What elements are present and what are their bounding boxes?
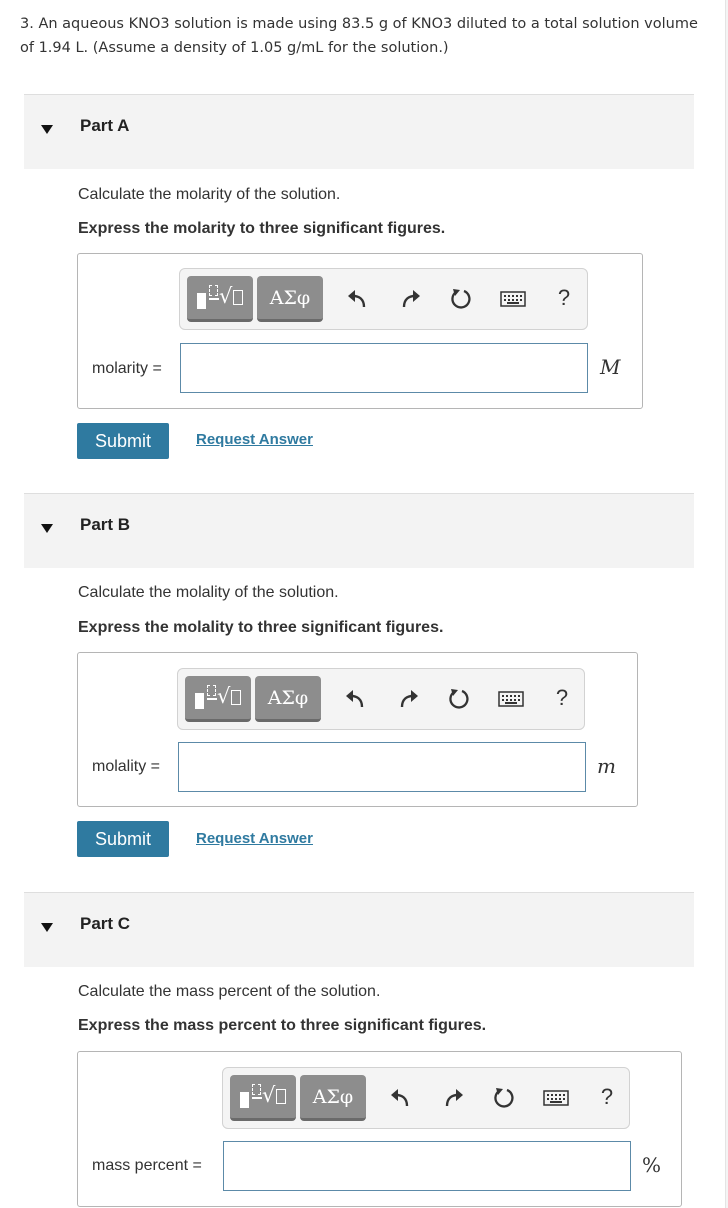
part-b-math-toolbar: √ ΑΣφ ?: [177, 668, 585, 730]
reset-icon[interactable]: [445, 685, 473, 713]
part-c-math-toolbar: √ ΑΣφ ?: [222, 1067, 630, 1129]
part-c-question: Calculate the mass percent of the soluti…: [78, 983, 381, 1000]
math-templates-icon[interactable]: √: [187, 276, 253, 322]
part-c-unit: %: [642, 1153, 662, 1177]
part-a-header[interactable]: Part A: [24, 94, 694, 169]
caret-down-icon[interactable]: [41, 125, 53, 134]
part-b-request-answer-link[interactable]: Request Answer: [196, 830, 313, 847]
part-c-answer-box: √ ΑΣφ ? mass percent = %: [77, 1051, 682, 1207]
molality-input[interactable]: [178, 742, 586, 792]
molarity-input[interactable]: [180, 343, 588, 393]
problem-statement: 3. An aqueous KNO3 solution is made usin…: [20, 16, 698, 56]
part-a-submit-button[interactable]: Submit: [77, 423, 169, 459]
part-a-math-toolbar: √ ΑΣφ ?: [179, 268, 588, 330]
math-templates-icon[interactable]: √: [185, 676, 251, 722]
greek-symbols-label: ΑΣφ: [267, 686, 309, 709]
reset-icon[interactable]: [490, 1084, 518, 1112]
help-icon[interactable]: ?: [552, 685, 572, 715]
greek-symbols-label: ΑΣφ: [269, 286, 311, 309]
part-b-unit: m: [597, 754, 616, 778]
part-a-input-label: molarity =: [92, 360, 162, 377]
greek-symbols-button[interactable]: ΑΣφ: [300, 1075, 366, 1121]
keyboard-icon[interactable]: [497, 685, 525, 713]
redo-icon[interactable]: [440, 1084, 468, 1112]
part-b-answer-box: √ ΑΣφ ? molality = m: [77, 652, 638, 807]
part-b-input-label: molality =: [92, 758, 161, 775]
part-b-instruction: Express the molality to three significan…: [78, 619, 444, 636]
keyboard-icon[interactable]: [499, 285, 527, 313]
part-b-question: Calculate the molality of the solution.: [78, 584, 339, 601]
part-b-submit-button[interactable]: Submit: [77, 821, 169, 857]
part-a-unit: M: [600, 355, 621, 379]
math-templates-icon[interactable]: √: [230, 1075, 296, 1121]
part-a-request-answer-link[interactable]: Request Answer: [196, 431, 313, 448]
part-a-question: Calculate the molarity of the solution.: [78, 186, 341, 203]
part-c-instruction: Express the mass percent to three signif…: [78, 1017, 487, 1034]
part-c-header[interactable]: Part C: [24, 892, 694, 967]
part-b-title: Part B: [80, 515, 131, 534]
keyboard-icon[interactable]: [542, 1084, 570, 1112]
part-c-input-label: mass percent =: [92, 1157, 202, 1174]
greek-symbols-button[interactable]: ΑΣφ: [257, 276, 323, 322]
help-icon[interactable]: ?: [554, 285, 574, 315]
greek-symbols-button[interactable]: ΑΣφ: [255, 676, 321, 722]
reset-icon[interactable]: [447, 285, 475, 313]
caret-down-icon[interactable]: [41, 524, 53, 533]
redo-icon[interactable]: [397, 285, 425, 313]
undo-icon[interactable]: [343, 285, 371, 313]
part-c-title: Part C: [80, 914, 131, 933]
caret-down-icon[interactable]: [41, 923, 53, 932]
part-a-title: Part A: [80, 116, 130, 135]
part-a-answer-box: √ ΑΣφ ? molarity = M: [77, 253, 643, 409]
part-a-instruction: Express the molarity to three significan…: [78, 220, 446, 237]
greek-symbols-label: ΑΣφ: [312, 1085, 354, 1108]
undo-icon[interactable]: [341, 685, 369, 713]
redo-icon[interactable]: [395, 685, 423, 713]
help-icon[interactable]: ?: [597, 1084, 617, 1114]
undo-icon[interactable]: [386, 1084, 414, 1112]
part-b-header[interactable]: Part B: [24, 493, 694, 568]
mass-percent-input[interactable]: [223, 1141, 631, 1191]
